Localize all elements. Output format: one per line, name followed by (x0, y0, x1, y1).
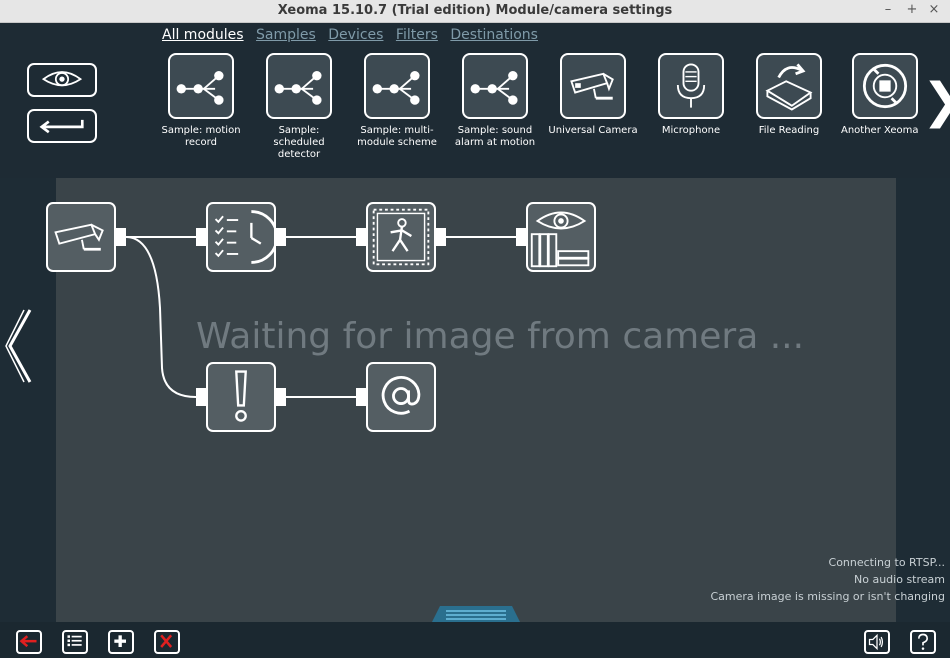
delete-button[interactable] (154, 630, 180, 654)
module-label: Another Xeoma (841, 125, 919, 136)
module-sample-sound-alarm[interactable]: Sample: sound alarm at motion (449, 53, 541, 149)
module-sample-scheduled-detector[interactable]: Sample: scheduled detector (253, 53, 345, 161)
camera-icon (54, 223, 104, 251)
scheme-icon (274, 70, 322, 105)
scheduler-icon (214, 210, 279, 264)
output-port[interactable] (276, 388, 286, 406)
tab-samples[interactable]: Samples (256, 27, 316, 43)
list-icon (67, 635, 82, 647)
status-audio: No audio stream (854, 573, 945, 586)
microphone-icon (676, 63, 706, 108)
module-label: Sample: sound alarm at motion (454, 125, 536, 148)
scroll-left-arrow-icon[interactable] (4, 306, 34, 386)
another-xeoma-icon (862, 63, 908, 109)
preview-button[interactable] (27, 63, 97, 97)
panel-toggle-handle[interactable] (432, 606, 520, 622)
tab-filters[interactable]: Filters (396, 27, 438, 43)
eye-icon (41, 71, 83, 87)
modules-toolbar: All modules Samples Devices Filters Dest… (0, 23, 950, 178)
motion-detector-icon (372, 208, 430, 266)
input-port[interactable] (356, 388, 366, 406)
preview-archive-node[interactable] (526, 202, 596, 272)
preview-archive-icon (530, 211, 590, 268)
window-title: Xeoma 15.10.7 (Trial edition) Module/cam… (277, 3, 673, 18)
back-arrow-icon (19, 635, 37, 648)
sound-button[interactable] (864, 630, 890, 654)
return-button[interactable] (27, 109, 97, 143)
module-another-xeoma[interactable]: Another Xeoma (841, 53, 921, 137)
input-port[interactable] (196, 388, 206, 406)
module-label: File Reading (758, 125, 820, 136)
exit-button[interactable] (16, 630, 42, 654)
title-bar: Xeoma 15.10.7 (Trial edition) Module/cam… (0, 0, 950, 23)
question-mark-icon (918, 633, 929, 650)
status-camera-image: Camera image is missing or isn't changin… (710, 590, 945, 603)
scheme-canvas-area: Waiting for image from camera ... Connec… (0, 178, 950, 622)
module-microphone[interactable]: Microphone (645, 53, 737, 137)
scheme-icon (176, 70, 224, 105)
file-reading-icon (765, 63, 813, 111)
connections (125, 236, 516, 398)
module-label: Sample: scheduled detector (273, 125, 325, 160)
module-tabs: All modules Samples Devices Filters Dest… (162, 27, 546, 43)
module-sample-multi-module-scheme[interactable]: Sample: multi-module scheme (351, 53, 443, 149)
close-icon (160, 634, 173, 648)
plus-icon (114, 635, 126, 647)
tab-devices[interactable]: Devices (328, 27, 383, 43)
exclamation-icon (235, 370, 247, 422)
scheme-canvas[interactable]: Waiting for image from camera ... (46, 178, 896, 622)
maximize-button[interactable]: + (904, 2, 920, 17)
input-port[interactable] (516, 228, 526, 246)
problems-detector-node[interactable] (206, 362, 276, 432)
minimize-button[interactable]: – (880, 2, 896, 17)
input-port[interactable] (356, 228, 366, 246)
email-node[interactable] (366, 362, 436, 432)
module-sample-motion-record[interactable]: Sample: motion record (155, 53, 247, 149)
input-port[interactable] (196, 228, 206, 246)
module-universal-camera[interactable]: Universal Camera (547, 53, 639, 137)
tab-all-modules[interactable]: All modules (162, 27, 244, 43)
motion-detector-node[interactable] (366, 202, 436, 272)
bottom-toolbar (0, 622, 950, 658)
return-arrow-icon (39, 119, 84, 134)
module-label: Sample: motion record (161, 125, 241, 148)
list-button[interactable] (62, 630, 88, 654)
camera-icon (570, 72, 614, 100)
at-sign-icon (381, 376, 421, 415)
scroll-right-arrow-icon[interactable]: ❯ (922, 73, 950, 129)
output-port[interactable] (436, 228, 446, 246)
scheme-icon (372, 70, 420, 105)
camera-node[interactable] (46, 202, 116, 272)
add-button[interactable] (108, 630, 134, 654)
scheme-icon (470, 70, 518, 105)
output-port[interactable] (116, 228, 126, 246)
module-label: Universal Camera (548, 125, 638, 136)
scheduler-node[interactable] (206, 202, 279, 272)
output-port[interactable] (276, 228, 286, 246)
tab-destinations[interactable]: Destinations (450, 27, 538, 43)
speaker-icon (868, 633, 884, 651)
module-label: Microphone (661, 125, 721, 136)
module-file-reading[interactable]: File Reading (743, 53, 835, 137)
help-button[interactable] (910, 630, 936, 654)
close-button[interactable]: × (926, 2, 942, 17)
module-label: Sample: multi-module scheme (357, 125, 437, 148)
status-connecting: Connecting to RTSP... (828, 556, 945, 569)
